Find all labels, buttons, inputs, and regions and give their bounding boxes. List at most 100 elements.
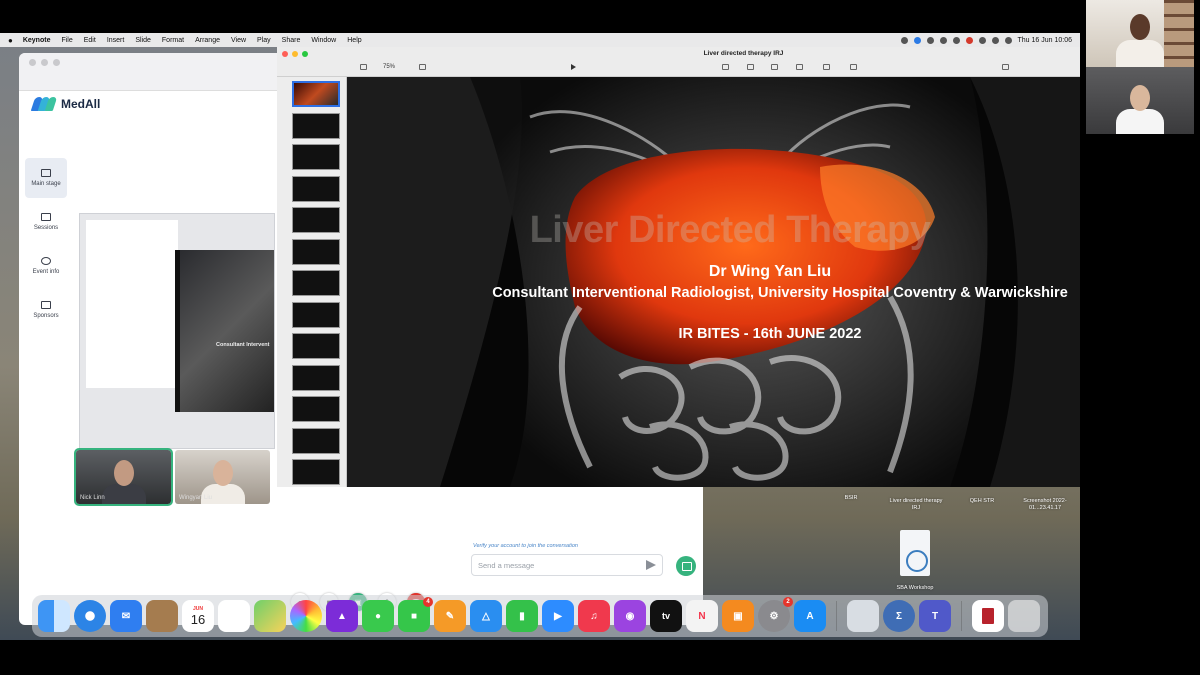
desktop-item-liver-file[interactable]: Liver directed therapy IRJ (888, 498, 944, 512)
collaborate-icon[interactable] (1002, 64, 1009, 70)
messages-icon[interactable]: ● (362, 600, 394, 632)
preview-icon[interactable] (847, 600, 879, 632)
tv-icon[interactable]: tv (650, 600, 682, 632)
photos-icon[interactable] (290, 600, 322, 632)
chart-icon[interactable] (747, 64, 754, 70)
books-icon[interactable]: ▣ (722, 600, 754, 632)
menu-slide[interactable]: Slide (135, 37, 151, 44)
nav-sessions[interactable]: Sessions (25, 202, 67, 242)
participant-tile[interactable]: Nick Linn (74, 448, 173, 506)
slide-thumbnail[interactable] (292, 81, 340, 107)
send-icon[interactable] (646, 560, 656, 570)
slide-thumbnail[interactable] (292, 301, 340, 328)
document-icon[interactable] (900, 530, 930, 576)
webcam-tile[interactable] (1086, 67, 1194, 134)
menu-file[interactable]: File (61, 37, 72, 44)
desktop-item-sba[interactable]: SBA Workshop (880, 585, 950, 592)
flag-icon[interactable] (965, 36, 973, 44)
apple-icon[interactable]: ● (8, 36, 13, 45)
wifi-icon[interactable] (952, 36, 960, 44)
medall-logo: MedAll (30, 97, 100, 111)
slide-thumbnail[interactable] (292, 459, 340, 485)
bluetooth-icon[interactable] (926, 36, 934, 44)
participant-tile[interactable]: Wingyan Liu (175, 450, 270, 504)
slide-thumbnail[interactable] (292, 427, 340, 454)
mail-icon[interactable]: ✉ (110, 600, 142, 632)
trash-icon[interactable] (1008, 600, 1040, 632)
settings-icon[interactable]: ⚙ 2 (758, 597, 793, 632)
desktop-item-bsir[interactable]: BSIR (836, 495, 866, 502)
appstore-icon[interactable]: A (794, 600, 826, 632)
nested-slide-text: Consultant Intervent (216, 342, 270, 348)
music-icon[interactable]: ♫ (578, 600, 610, 632)
podcasts-icon[interactable]: ◉ (614, 600, 646, 632)
nav-sponsors[interactable]: Sponsors (25, 290, 67, 330)
teams-icon[interactable]: T (919, 600, 951, 632)
sigma-icon[interactable]: Σ (883, 600, 915, 632)
zoom-status-icon[interactable] (913, 36, 921, 44)
menu-edit[interactable]: Edit (84, 37, 96, 44)
notes-icon[interactable] (146, 600, 178, 632)
slide-thumbnail[interactable] (292, 396, 340, 422)
pages-icon[interactable]: ✎ (434, 600, 466, 632)
slide-canvas[interactable]: Liver Directed Therapy Dr Wing Yan Liu C… (350, 77, 1080, 487)
nav-event-info-label: Event info (32, 269, 60, 275)
reminders-icon[interactable] (218, 600, 250, 632)
battery-icon[interactable] (978, 36, 986, 44)
nav-main-stage[interactable]: Main stage (25, 158, 67, 198)
desktop-item-qeh[interactable]: QEH STR (960, 498, 1004, 505)
affinity-icon[interactable]: ▲ (326, 600, 358, 632)
menu-share[interactable]: Share (282, 37, 301, 44)
menu-window[interactable]: Window (311, 37, 336, 44)
play-icon[interactable] (571, 64, 576, 70)
desktop-item-screenshot[interactable]: Screenshot 2022-01...23.41.17 (1012, 498, 1078, 512)
menu-help[interactable]: Help (347, 37, 361, 44)
slide-thumbnail[interactable] (292, 144, 340, 170)
add-slide-icon[interactable] (419, 64, 426, 70)
slide-thumbnail[interactable] (292, 238, 340, 265)
slide-thumbnail[interactable] (292, 270, 340, 296)
menu-play[interactable]: Play (257, 37, 271, 44)
message-input[interactable] (472, 555, 632, 576)
finder-icon[interactable] (38, 600, 70, 632)
view-icon[interactable] (360, 64, 367, 70)
zoom-select[interactable]: 75% (383, 64, 395, 70)
document-icon[interactable] (972, 600, 1004, 632)
chat-toggle-button[interactable] (676, 556, 696, 576)
screen-share-icon[interactable] (900, 36, 908, 44)
control-center-icon[interactable] (1004, 36, 1012, 44)
menu-insert[interactable]: Insert (107, 37, 125, 44)
text-icon[interactable] (771, 64, 778, 70)
safari-icon[interactable] (74, 600, 106, 632)
slide-thumbnail[interactable] (292, 112, 340, 139)
table-icon[interactable] (722, 64, 729, 70)
media-icon[interactable] (823, 64, 830, 70)
spotlight-icon[interactable] (991, 36, 999, 44)
maps-icon[interactable] (254, 600, 286, 632)
calendar-day: 16 (190, 611, 206, 627)
slide-thumbnail[interactable] (292, 175, 340, 202)
slide-thumbnail[interactable] (292, 364, 340, 391)
menu-arrange[interactable]: Arrange (195, 37, 220, 44)
zoom-icon[interactable]: ▶ (542, 600, 574, 632)
verify-account-link[interactable]: Verify your account to join the conversa… (473, 543, 578, 549)
calendar-icon[interactable]: JUN 16 (182, 600, 214, 632)
bookshelf (1164, 0, 1194, 67)
news-icon[interactable]: N (686, 600, 718, 632)
facetime-icon[interactable]: ■ 4 (398, 597, 433, 632)
keynote-icon[interactable]: △ (470, 600, 502, 632)
menu-view[interactable]: View (231, 37, 246, 44)
clock-icon[interactable] (939, 36, 947, 44)
window-controls[interactable] (29, 59, 60, 66)
menu-format[interactable]: Format (162, 37, 184, 44)
numbers-icon[interactable]: ▮ (506, 600, 538, 632)
nav-event-info[interactable]: Event info (25, 246, 67, 286)
slide-thumbnail[interactable] (292, 333, 340, 359)
slide-thumbnail[interactable] (292, 207, 340, 233)
comment-icon[interactable] (850, 64, 857, 70)
main-stage-video[interactable]: Consultant Intervent (79, 213, 275, 449)
webcam-tile[interactable] (1086, 0, 1194, 67)
menu-app[interactable]: Keynote (23, 37, 51, 44)
shape-icon[interactable] (796, 64, 803, 70)
menu-clock[interactable]: Thu 16 Jun 10:06 (1018, 37, 1073, 44)
